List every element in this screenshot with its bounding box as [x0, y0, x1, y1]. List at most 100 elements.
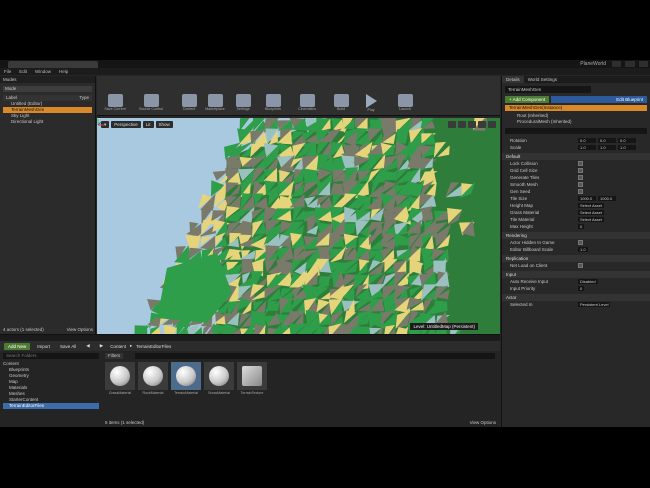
- property-checkbox[interactable]: [578, 240, 583, 245]
- show-button[interactable]: Show: [155, 121, 173, 128]
- menu-file[interactable]: File: [4, 68, 11, 75]
- property-value-field[interactable]: 0: [578, 224, 585, 229]
- tab-world-settings[interactable]: World Settings: [524, 76, 561, 83]
- category-input[interactable]: Input: [502, 271, 650, 278]
- property-checkbox[interactable]: [578, 263, 583, 268]
- menu-edit[interactable]: Edit: [19, 68, 27, 75]
- category-replication[interactable]: Replication: [502, 255, 650, 262]
- asset-count: 5 items (1 selected): [105, 420, 145, 425]
- property-checkbox[interactable]: [578, 168, 583, 173]
- vector-component-input[interactable]: 1000.0: [578, 196, 596, 201]
- add-component-button[interactable]: + Add Component: [505, 96, 550, 103]
- property-row: Max Height 0: [502, 223, 650, 230]
- property-label: Actor Hidden In Game: [510, 240, 555, 245]
- property-value-field[interactable]: Persistent Level: [578, 302, 611, 307]
- vector-component-input[interactable]: 0.0: [578, 138, 596, 143]
- asset-tile[interactable]: TerrainTexture: [237, 362, 267, 402]
- toolbar-content-button[interactable]: Content: [177, 94, 201, 114]
- asset-tile[interactable]: SnowMaterial: [204, 362, 234, 402]
- forward-arrow-icon[interactable]: ▶: [97, 342, 106, 350]
- maximize-button[interactable]: [625, 61, 635, 67]
- property-value-field[interactable]: Select Asset: [578, 217, 605, 222]
- lit-button[interactable]: Lit: [142, 121, 154, 128]
- menu-window[interactable]: Window: [35, 68, 51, 75]
- menu-help[interactable]: Help: [59, 68, 68, 75]
- search-folders-input[interactable]: Search Folders: [3, 353, 99, 359]
- category-default[interactable]: Default: [502, 153, 650, 160]
- toolbar-launch-button[interactable]: Launch: [393, 94, 417, 114]
- property-value-field[interactable]: 1.0: [578, 247, 588, 252]
- source-control-icon: [143, 94, 159, 107]
- property-value-field[interactable]: 0: [578, 286, 585, 291]
- close-button[interactable]: [638, 61, 648, 67]
- world-outliner-panel: Modes Mode Label Type Untitled (Editor) T…: [0, 76, 96, 334]
- vector-component-input[interactable]: 0.0: [598, 138, 616, 143]
- edit-blueprint-button[interactable]: Edit Blueprint: [551, 96, 647, 103]
- translate-icon[interactable]: [448, 121, 456, 128]
- category-rendering[interactable]: Rendering: [502, 232, 650, 239]
- property-value-field[interactable]: Select Asset: [578, 210, 605, 215]
- toolbar-settings-button[interactable]: Settings: [231, 94, 255, 114]
- toolbar-marketplace-button[interactable]: Marketplace: [203, 94, 227, 114]
- toolbar-cinematics-button[interactable]: Cinematics: [295, 94, 319, 114]
- search-assets-input[interactable]: [135, 353, 495, 359]
- tab-details[interactable]: Details: [502, 76, 524, 83]
- mode-dropdown[interactable]: Mode: [3, 86, 92, 92]
- scale-icon[interactable]: [468, 121, 476, 128]
- perspective-button[interactable]: Perspective: [111, 121, 141, 128]
- level-viewport[interactable]: ▾ Perspective Lit Show Level: UntitledMa…: [97, 118, 500, 334]
- category-actor[interactable]: Actor: [502, 294, 650, 301]
- minimize-button[interactable]: [612, 61, 622, 67]
- toolbar-build-button[interactable]: Build: [329, 94, 353, 114]
- asset-tile[interactable]: TerrainMaterial: [171, 362, 201, 402]
- property-value-field[interactable]: Disabled: [578, 279, 598, 284]
- property-label: Gen Seed: [510, 189, 531, 194]
- add-new-button[interactable]: Add New: [4, 342, 31, 350]
- toolbar-save-current-button[interactable]: Save Current: [103, 94, 127, 114]
- property-checkbox[interactable]: [578, 161, 583, 166]
- grid-snap-icon[interactable]: [478, 121, 486, 128]
- property-label: Grid Cell Size: [510, 168, 538, 173]
- asset-tile[interactable]: GrassMaterial: [105, 362, 135, 402]
- material-sphere-icon: [176, 366, 196, 386]
- toolbar-source-control-button[interactable]: Source Control: [139, 94, 163, 114]
- rotate-icon[interactable]: [458, 121, 466, 128]
- component-child[interactable]: ProceduralMesh (Inherited): [505, 119, 647, 125]
- level-tab[interactable]: [8, 61, 98, 68]
- outliner-row-label: Untitled (Editor): [11, 101, 43, 106]
- filters-button[interactable]: Filters: [105, 353, 124, 359]
- vector-component-input[interactable]: 1.0: [618, 145, 636, 150]
- vector-component-input[interactable]: 1.0: [578, 145, 596, 150]
- outliner-row[interactable]: Directional Light: [3, 119, 92, 125]
- toolbar-play-button[interactable]: Play: [359, 94, 383, 114]
- save-current-icon: [107, 94, 123, 107]
- back-arrow-icon[interactable]: ◀: [83, 342, 92, 350]
- vector-component-input[interactable]: 1000.0: [598, 196, 616, 201]
- asset-thumbnail: [204, 362, 234, 390]
- property-checkbox[interactable]: [578, 182, 583, 187]
- breadcrumb-folder[interactable]: TerrainEditorFiles: [136, 344, 171, 349]
- toolbar-label: Launch: [399, 107, 411, 111]
- camera-speed-icon[interactable]: [488, 121, 496, 128]
- root-component-item[interactable]: TerrainMeshGen(Instance): [505, 105, 647, 111]
- folder-tree-item[interactable]: TerrainEditorFiles: [3, 403, 99, 409]
- vector-component-input[interactable]: 0.0: [618, 138, 636, 143]
- actor-name-field[interactable]: TerrainMeshGen: [505, 86, 591, 93]
- view-options-button[interactable]: View Options: [67, 327, 93, 332]
- modes-tab[interactable]: Modes: [0, 76, 95, 83]
- import-button[interactable]: Import: [34, 343, 53, 350]
- cb-view-options-button[interactable]: View Options: [470, 420, 496, 425]
- details-search-input[interactable]: [505, 128, 647, 134]
- save-all-button[interactable]: Save All: [57, 343, 79, 350]
- property-value-field[interactable]: Select Asset: [578, 203, 605, 208]
- property-checkbox[interactable]: [578, 189, 583, 194]
- vector-component-input[interactable]: 1.0: [598, 145, 616, 150]
- property-checkbox[interactable]: [578, 175, 583, 180]
- asset-tile[interactable]: RockMaterial: [138, 362, 168, 402]
- material-sphere-icon: [110, 366, 130, 386]
- breadcrumb-content[interactable]: Content: [110, 344, 126, 349]
- toolbar-blueprints-button[interactable]: Blueprints: [261, 94, 285, 114]
- transform-section: Rotation 0.0 0.0 0.0 Scale 1.0 1.0 1.0: [502, 137, 650, 151]
- property-label: Tile Size: [510, 196, 528, 201]
- toolbar-label: Settings: [236, 107, 250, 111]
